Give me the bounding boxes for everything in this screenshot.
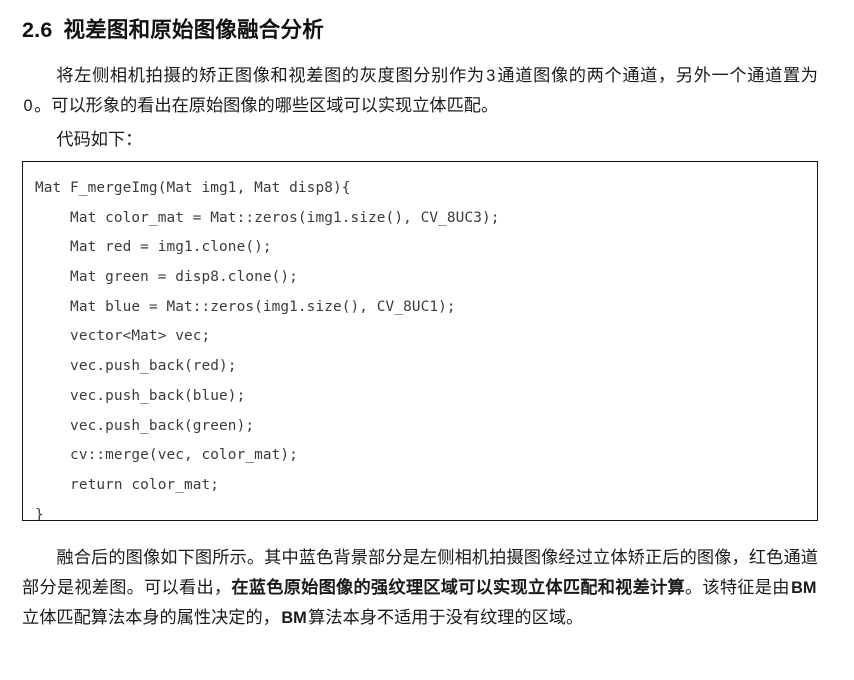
analysis-text-part-2: 。该特征是由 (684, 577, 790, 597)
code-line: Mat color_mat = Mat::zeros(img1.size(), … (35, 209, 500, 226)
code-line: cv::merge(vec, color_mat); (35, 447, 298, 464)
page-title: 2.6 视差图和原始图像融合分析 (22, 0, 818, 44)
code-line: Mat blue = Mat::zeros(img1.size(), CV_8U… (35, 298, 456, 315)
intro-text-part-1: 将左侧相机拍摄的矫正图像和视差图的灰度图分别作为 (56, 65, 485, 85)
analysis-paragraph: 融合后的图像如下图所示。其中蓝色背景部分是左侧相机拍摄图像经过立体矫正后的图像，… (22, 543, 818, 633)
code-line: Mat green = disp8.clone(); (35, 268, 298, 285)
code-line: } (35, 506, 44, 521)
intro-channel-count: 3 (486, 66, 496, 85)
analysis-text-part-3: 立体匹配算法本身的属性决定的， (22, 607, 280, 627)
heading-number: 2.6 (22, 18, 53, 42)
algorithm-name-bm-second: BM (281, 608, 307, 627)
algorithm-name-bm-first: BM (791, 578, 817, 597)
intro-zero-value: 0 (23, 96, 33, 115)
code-line: Mat F_mergeImg(Mat img1, Mat disp8){ (35, 179, 351, 196)
code-line: vec.push_back(blue); (35, 387, 246, 404)
code-line: vec.push_back(green); (35, 417, 255, 434)
code-lead-in: 代码如下： (56, 129, 143, 149)
code-line: return color_mat; (35, 476, 220, 493)
heading-text: 视差图和原始图像融合分析 (63, 18, 324, 42)
analysis-emphasis: 在蓝色原始图像的强纹理区域可以实现立体匹配和视差计算 (231, 577, 685, 597)
code-line: vec.push_back(red); (35, 358, 237, 375)
document-page: 2.6 视差图和原始图像融合分析 将左侧相机拍摄的矫正图像和视差图的灰度图分别作为… (0, 0, 854, 680)
code-line: Mat red = img1.clone(); (35, 239, 272, 256)
intro-text-part-3: 。可以形象的看出在原始图像的哪些区域可以实现立体匹配。 (34, 95, 499, 115)
intro-text-part-2: 通道图像的两个通道，另外一个通道置为 (496, 65, 818, 85)
code-block: Mat F_mergeImg(Mat img1, Mat disp8){ Mat… (22, 160, 818, 521)
analysis-text-part-4: 算法本身不适用于没有纹理的区域。 (308, 607, 584, 627)
code-line: vector<Mat> vec; (35, 328, 211, 345)
intro-paragraph: 将左侧相机拍摄的矫正图像和视差图的灰度图分别作为3通道图像的两个通道，另外一个通… (22, 61, 818, 121)
